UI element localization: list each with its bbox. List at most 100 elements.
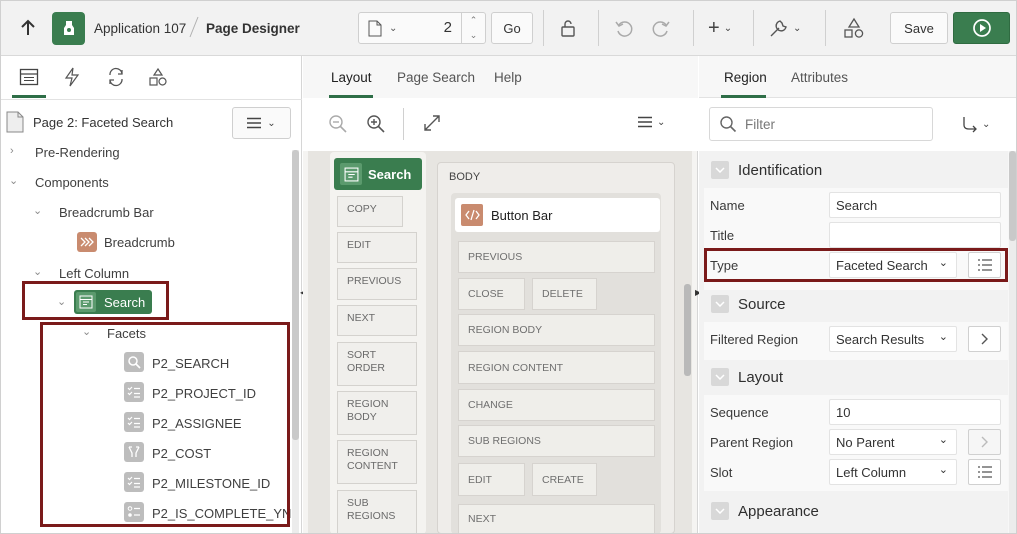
- section-source[interactable]: Source: [704, 288, 1008, 320]
- position-previous[interactable]: PREVIOUS: [458, 241, 655, 273]
- tree-node-pre-rendering[interactable]: Pre-Rendering: [35, 145, 120, 160]
- collapse-icon[interactable]: ⌄: [57, 295, 66, 308]
- position-sub-regions[interactable]: SUB REGIONS: [458, 425, 655, 457]
- processing-tab-icon[interactable]: [106, 67, 126, 87]
- tree-node-facet[interactable]: P2_COST: [152, 446, 211, 461]
- prop-title-input[interactable]: [829, 222, 1001, 248]
- tab-layout[interactable]: Layout: [331, 70, 372, 85]
- tab-region[interactable]: Region: [724, 70, 767, 85]
- position-close[interactable]: CLOSE: [458, 278, 525, 310]
- position-edit[interactable]: EDIT: [458, 463, 525, 496]
- expand-icon[interactable]: ›: [10, 145, 14, 157]
- prop-slot-select[interactable]: Left Column ⌄: [829, 459, 957, 485]
- prop-type-select[interactable]: Faceted Search ⌄: [829, 252, 957, 278]
- gallery-search-region[interactable]: Search: [334, 158, 422, 190]
- go-to-region-button[interactable]: [968, 326, 1001, 352]
- layout-scrollbar[interactable]: [684, 284, 691, 376]
- page-number-input[interactable]: 2: [444, 19, 452, 36]
- position-delete[interactable]: DELETE: [532, 278, 597, 310]
- prop-name-input[interactable]: Search: [829, 192, 1001, 218]
- position-region-content[interactable]: REGION CONTENT: [337, 440, 417, 484]
- go-to-group-button[interactable]: ⌄: [961, 115, 990, 133]
- position-change[interactable]: CHANGE: [458, 389, 655, 421]
- collapse-icon[interactable]: [711, 161, 729, 179]
- left-pane-rendering-tree: Page 2: Faceted Search ⌄ › Pre-Rendering…: [0, 56, 302, 534]
- tree-node-components[interactable]: Components: [35, 175, 109, 190]
- tree-node-breadcrumb[interactable]: Breadcrumb: [104, 235, 175, 250]
- tab-attributes[interactable]: Attributes: [791, 70, 848, 85]
- collapse-icon[interactable]: [711, 368, 729, 386]
- tree-scrollbar-thumb[interactable]: [292, 150, 299, 440]
- page-title[interactable]: Page 2: Faceted Search: [33, 115, 173, 130]
- collapse-icon[interactable]: ⌄: [33, 265, 42, 278]
- layout-menu-button[interactable]: ⌄: [638, 116, 665, 128]
- property-scrollbar-thumb[interactable]: [1009, 151, 1016, 241]
- save-button[interactable]: Save: [890, 12, 948, 44]
- prop-filtered-region-select[interactable]: Search Results ⌄: [829, 326, 957, 352]
- page-stepper[interactable]: ⌃ ⌄: [461, 13, 485, 43]
- stepper-down-icon[interactable]: ⌄: [470, 30, 478, 41]
- tree-menu-button[interactable]: ⌄: [232, 107, 291, 139]
- stepper-up-icon[interactable]: ⌃: [470, 15, 478, 26]
- tree-node-facet[interactable]: P2_ASSIGNEE: [152, 416, 242, 431]
- utilities-menu-button[interactable]: ⌄: [768, 16, 808, 40]
- tree-node-facet[interactable]: P2_SEARCH: [152, 356, 229, 371]
- position-region-body[interactable]: REGION BODY: [458, 314, 655, 346]
- dynamic-actions-tab-icon[interactable]: [64, 67, 80, 87]
- tree-node-facet[interactable]: P2_MILESTONE_ID: [152, 476, 270, 491]
- slot-list-button[interactable]: [968, 459, 1001, 485]
- app-icon[interactable]: [52, 12, 85, 45]
- type-list-button[interactable]: [968, 252, 1001, 278]
- lock-icon[interactable]: [557, 18, 579, 38]
- collapse-icon[interactable]: [711, 502, 729, 520]
- prop-sequence-input[interactable]: 10: [829, 399, 1001, 425]
- collapse-icon[interactable]: [711, 295, 729, 313]
- run-page-button[interactable]: [953, 12, 1010, 44]
- rendering-tab-icon[interactable]: [19, 68, 39, 86]
- chevron-down-icon: ⌄: [982, 118, 991, 130]
- button-bar-header[interactable]: Button Bar: [455, 198, 660, 232]
- filter-input[interactable]: Filter: [709, 107, 933, 141]
- go-button[interactable]: Go: [491, 12, 533, 44]
- tree-node-left-column[interactable]: Left Column: [59, 266, 129, 281]
- zoom-out-icon[interactable]: [328, 114, 348, 134]
- undo-icon[interactable]: [614, 18, 634, 38]
- tree-node-search-selected[interactable]: Search: [74, 290, 152, 314]
- collapse-icon[interactable]: ⌄: [33, 204, 42, 217]
- position-sort-order[interactable]: SORT ORDER: [337, 342, 417, 386]
- section-layout[interactable]: Layout: [704, 361, 1008, 393]
- position-next[interactable]: NEXT: [337, 305, 417, 336]
- up-arrow-icon[interactable]: [18, 18, 38, 38]
- prop-type-label: Type: [710, 258, 739, 273]
- position-next[interactable]: NEXT: [458, 504, 655, 534]
- prop-parent-region-select[interactable]: No Parent ⌄: [829, 429, 957, 455]
- tab-page-search[interactable]: Page Search: [397, 70, 475, 85]
- position-region-body[interactable]: REGION BODY: [337, 391, 417, 435]
- tab-help[interactable]: Help: [494, 70, 522, 85]
- tree-node-facet[interactable]: P2_IS_COMPLETE_YN: [152, 506, 291, 521]
- tree-node-breadcrumb-bar[interactable]: Breadcrumb Bar: [59, 205, 154, 220]
- redo-icon[interactable]: [651, 18, 671, 38]
- position-edit[interactable]: EDIT: [337, 232, 417, 263]
- position-sub-regions[interactable]: SUB REGIONS: [337, 490, 417, 534]
- position-create[interactable]: CREATE: [532, 463, 597, 496]
- page-selector[interactable]: ⌄ 2 ⌃ ⌄: [358, 12, 486, 44]
- section-appearance[interactable]: Appearance: [704, 495, 1008, 527]
- breadcrumb-app-link[interactable]: Application 107: [94, 21, 186, 36]
- collapse-icon[interactable]: ⌄: [82, 325, 91, 338]
- tree-node-facet[interactable]: P2_PROJECT_ID: [152, 386, 256, 401]
- shared-components-tab-icon[interactable]: [148, 67, 168, 87]
- position-copy[interactable]: COPY: [337, 196, 403, 227]
- expand-icon[interactable]: [423, 114, 441, 132]
- position-region-content[interactable]: REGION CONTENT: [458, 351, 655, 384]
- create-menu-button[interactable]: + ⌄: [708, 18, 744, 38]
- property-scrollbar[interactable]: [1009, 151, 1016, 534]
- tree-scrollbar[interactable]: [292, 150, 299, 534]
- position-previous[interactable]: PREVIOUS: [337, 268, 417, 300]
- tree-node-facets[interactable]: Facets: [107, 326, 146, 341]
- zoom-in-icon[interactable]: [366, 114, 386, 134]
- go-to-parent-button[interactable]: [968, 429, 1001, 455]
- shared-components-icon[interactable]: [843, 17, 865, 39]
- section-identification[interactable]: Identification: [704, 154, 1008, 186]
- collapse-icon[interactable]: ⌄: [9, 174, 18, 187]
